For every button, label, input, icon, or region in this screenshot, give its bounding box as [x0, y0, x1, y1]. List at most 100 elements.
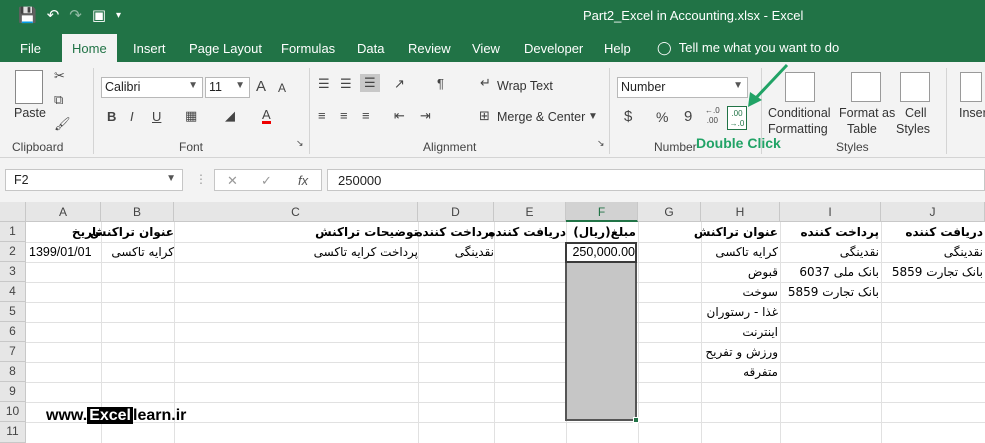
comma-style-button[interactable]: 9 [684, 108, 692, 125]
bold-button[interactable]: B [107, 109, 116, 124]
row-header-3[interactable]: 3 [0, 262, 26, 282]
selected-range[interactable] [565, 242, 637, 421]
format-as-table-label-1[interactable]: Format as [839, 106, 895, 120]
font-size-combo[interactable]: 11 ▼ [205, 77, 250, 98]
fill-color-icon[interactable]: ◢ [225, 108, 235, 124]
undo-icon[interactable]: ↶ [47, 6, 60, 24]
align-left-icon[interactable]: ≡ [318, 108, 326, 123]
tell-me-search[interactable]: ◯ Tell me what you want to do [657, 40, 839, 56]
name-box[interactable]: F2 ▼ [5, 169, 183, 191]
align-top-icon[interactable]: ☰ [318, 76, 330, 92]
cell-i1[interactable]: پرداخت کننده [780, 222, 879, 242]
column-header-i[interactable]: I [780, 202, 881, 222]
cell-h4[interactable]: سوخت [701, 282, 778, 302]
column-header-j[interactable]: J [881, 202, 985, 222]
tab-view[interactable]: View [472, 41, 500, 56]
column-header-c[interactable]: C [174, 202, 418, 222]
cell-b1[interactable]: عنوان تراکنش [90, 222, 174, 242]
font-name-combo[interactable]: Calibri ▼ [101, 77, 203, 98]
formula-input[interactable]: 250000 [327, 169, 985, 191]
cell-j3[interactable]: بانک تجارت 5859 [881, 262, 983, 282]
select-all-corner[interactable] [0, 202, 26, 222]
insert-function-button[interactable]: fx [298, 173, 308, 188]
cell-d2[interactable]: نقدینگی [418, 242, 494, 262]
column-header-g[interactable]: G [638, 202, 701, 222]
tab-insert[interactable]: Insert [133, 41, 166, 56]
camera-icon[interactable]: ▣ [92, 6, 106, 24]
tab-page-layout[interactable]: Page Layout [189, 41, 262, 56]
number-format-combo[interactable]: Number ▼ [617, 77, 748, 98]
cell-h7[interactable]: ورزش و تفریح [701, 342, 778, 362]
tab-developer[interactable]: Developer [524, 41, 583, 56]
column-header-b[interactable]: B [101, 202, 174, 222]
cell-e1[interactable]: دریافت کننده [488, 222, 566, 242]
cell-a2[interactable]: 1399/01/01 [29, 242, 101, 262]
format-as-table-icon[interactable] [851, 72, 881, 102]
grow-font-button[interactable]: A [256, 78, 266, 95]
redo-icon[interactable]: ↷ [69, 6, 82, 24]
row-header-9[interactable]: 9 [0, 382, 26, 402]
tab-formulas[interactable]: Formulas [281, 41, 335, 56]
rtl-direction-icon[interactable]: ¶ [437, 76, 444, 91]
insert-cells-icon[interactable] [960, 72, 982, 102]
tab-data[interactable]: Data [357, 41, 384, 56]
cell-styles-label-2[interactable]: Styles [896, 122, 930, 136]
column-header-a[interactable]: A [26, 202, 101, 222]
cell-h6[interactable]: اینترنت [701, 322, 778, 342]
tab-file[interactable]: File [20, 41, 41, 56]
dialog-launcher-icon[interactable]: ↘ [597, 138, 605, 149]
cell-c1[interactable]: توضیحات تراکنش [174, 222, 418, 242]
copy-icon[interactable]: ⧉ [54, 92, 63, 108]
enter-icon[interactable]: ✓ [261, 173, 272, 189]
dialog-launcher-icon[interactable]: ↘ [296, 138, 304, 149]
row-header-4[interactable]: 4 [0, 282, 26, 302]
cell-h3[interactable]: قبوض [701, 262, 778, 282]
cell-c2[interactable]: پرداخت کرایه تاکسی [174, 242, 418, 262]
align-right-icon[interactable]: ≡ [362, 108, 370, 123]
increase-decimal-button[interactable]: ←.0 .00 [705, 106, 720, 126]
italic-button[interactable]: I [130, 109, 134, 124]
cell-i3[interactable]: بانک ملی 6037 [780, 262, 879, 282]
chevron-down-icon[interactable]: ▼ [588, 111, 598, 122]
row-header-6[interactable]: 6 [0, 322, 26, 342]
tab-home[interactable]: Home [62, 34, 117, 62]
insert-cells-button[interactable]: Inser [959, 106, 985, 120]
orientation-icon[interactable]: ↗ [394, 76, 405, 92]
cell-h1[interactable]: عنوان تراکنش [694, 222, 778, 242]
row-header-10[interactable]: 10 [0, 402, 26, 422]
cell-i2[interactable]: نقدینگی [780, 242, 879, 262]
customize-qat-icon[interactable]: ▾ [116, 10, 121, 21]
row-header-1[interactable]: 1 [0, 222, 26, 242]
cell-styles-icon[interactable] [900, 72, 930, 102]
merge-center-button[interactable]: Merge & Center [497, 110, 585, 124]
conditional-formatting-label-2[interactable]: Formatting [768, 122, 828, 136]
align-middle-icon[interactable]: ☰ [340, 76, 352, 92]
column-header-d[interactable]: D [418, 202, 494, 222]
cell-styles-label-1[interactable]: Cell [905, 106, 927, 120]
row-header-11[interactable]: 11 [0, 422, 26, 443]
cell-j1[interactable]: دریافت کننده [881, 222, 983, 242]
column-header-f[interactable]: F [566, 202, 638, 222]
column-header-h[interactable]: H [701, 202, 780, 222]
align-bottom-icon[interactable]: ☰ [360, 74, 380, 92]
currency-button[interactable]: $ [624, 108, 632, 125]
increase-indent-icon[interactable]: ⇥ [420, 108, 431, 124]
cancel-icon[interactable]: ✕ [227, 173, 238, 189]
cut-icon[interactable]: ✂ [54, 68, 65, 84]
borders-icon[interactable]: ▦ [185, 108, 197, 124]
wrap-text-button[interactable]: Wrap Text [497, 79, 553, 93]
font-color-icon[interactable]: A [262, 108, 271, 124]
paste-button[interactable]: Paste [14, 106, 46, 120]
cell-d1[interactable]: پرداخت کننده [415, 222, 494, 242]
cell-f1[interactable]: مبلغ(ریال) [566, 222, 636, 242]
fill-handle[interactable] [633, 417, 639, 423]
shrink-font-button[interactable]: A [278, 81, 286, 95]
percent-button[interactable]: % [656, 109, 668, 125]
cell-b2[interactable]: کرایه تاکسی [101, 242, 174, 262]
cell-h5[interactable]: غذا - رستوران [701, 302, 778, 322]
format-as-table-label-2[interactable]: Table [847, 122, 877, 136]
paste-icon[interactable] [15, 70, 43, 104]
decrease-indent-icon[interactable]: ⇤ [394, 108, 405, 124]
align-center-icon[interactable]: ≡ [340, 108, 348, 123]
cell-f2[interactable]: 250,000.00 [566, 242, 635, 262]
